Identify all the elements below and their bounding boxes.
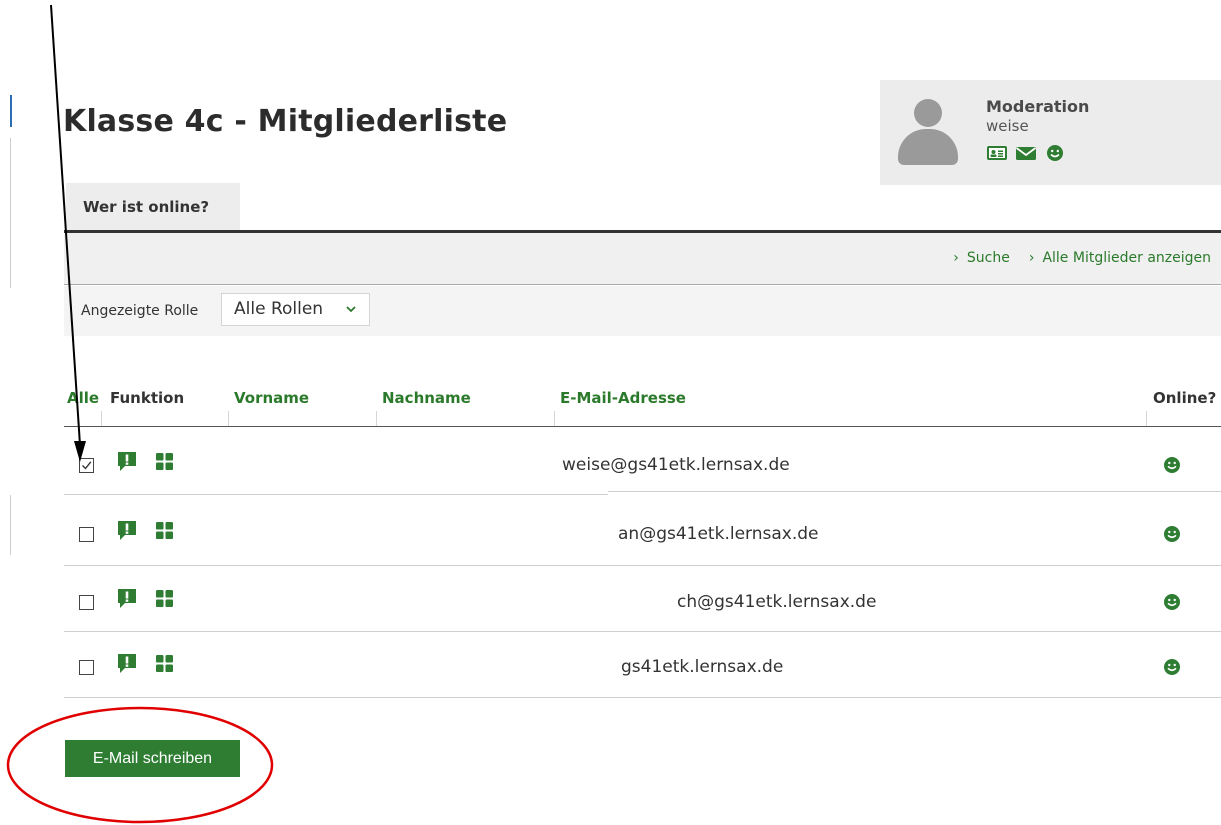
user-name: weise — [986, 117, 1029, 135]
message-alert-icon[interactable] — [116, 652, 138, 674]
row-email: ch@gs41etk.lernsax.de — [677, 592, 877, 612]
search-link-label: Suche — [966, 250, 1010, 266]
column-header-function: Funktion — [110, 389, 185, 407]
online-smiley-icon — [1164, 457, 1180, 473]
toolbar: › Suche › Alle Mitglieder anzeigen — [64, 233, 1221, 285]
left-edge-divider — [10, 495, 11, 555]
grid-icon[interactable] — [156, 522, 173, 539]
row-divider — [608, 697, 1221, 698]
user-role: Moderation — [986, 97, 1090, 116]
row-checkbox[interactable] — [79, 458, 94, 473]
chevron-right-icon: › — [1028, 250, 1035, 266]
user-card: Moderation weise — [880, 80, 1221, 185]
grid-icon[interactable] — [156, 590, 173, 607]
column-separator — [101, 411, 102, 426]
row-checkbox[interactable] — [79, 595, 94, 610]
search-link[interactable]: › Suche — [953, 250, 1010, 266]
show-all-members-label: Alle Mitglieder anzeigen — [1042, 250, 1211, 266]
page-title: Klasse 4c - Mitgliederliste — [63, 104, 508, 139]
contact-card-icon[interactable] — [986, 144, 1008, 162]
column-header-lastname[interactable]: Nachname — [382, 389, 471, 407]
column-header-email[interactable]: E-Mail-Adresse — [560, 389, 686, 407]
row-email: an@gs41etk.lernsax.de — [618, 524, 819, 544]
row-email: gs41etk.lernsax.de — [621, 657, 784, 677]
online-smiley-icon — [1164, 594, 1180, 610]
left-edge-accent — [10, 95, 12, 127]
role-select[interactable]: Alle Rollen — [221, 293, 370, 326]
online-smiley-icon — [1164, 659, 1180, 675]
row-email: weise@gs41etk.lernsax.de — [562, 455, 790, 475]
row-checkbox[interactable] — [79, 660, 94, 675]
avatar — [896, 97, 960, 165]
write-email-button[interactable]: E-Mail schreiben — [65, 740, 240, 777]
left-edge-divider — [10, 138, 11, 288]
message-alert-icon[interactable] — [116, 450, 138, 472]
smiley-icon[interactable] — [1044, 144, 1066, 162]
column-separator — [376, 411, 377, 426]
message-alert-icon[interactable] — [116, 519, 138, 541]
row-divider — [608, 491, 1221, 492]
row-checkbox[interactable] — [79, 527, 94, 542]
online-smiley-icon — [1164, 526, 1180, 542]
table-row: weise@gs41etk.lernsax.de — [64, 428, 1221, 495]
role-filter-bar: Angezeigte Rolle Alle Rollen — [64, 286, 1221, 336]
grid-icon[interactable] — [156, 453, 173, 470]
column-header-firstname[interactable]: Vorname — [234, 389, 309, 407]
chevron-down-icon — [346, 306, 356, 313]
select-all-link[interactable]: Alle — [67, 389, 99, 407]
table-row: ch@gs41etk.lernsax.de — [64, 565, 1221, 632]
column-separator — [228, 411, 229, 426]
grid-icon[interactable] — [156, 655, 173, 672]
row-divider — [64, 697, 608, 698]
table-header-rule — [64, 426, 1221, 427]
table-row: an@gs41etk.lernsax.de — [64, 497, 1221, 564]
message-alert-icon[interactable] — [116, 587, 138, 609]
tab-who-is-online[interactable]: Wer ist online? — [66, 183, 240, 230]
role-select-value: Alle Rollen — [234, 299, 324, 319]
table-row: gs41etk.lernsax.de — [64, 630, 1221, 697]
column-separator — [1146, 411, 1147, 426]
column-separator — [554, 411, 555, 426]
row-divider — [608, 631, 1221, 632]
role-filter-label: Angezeigte Rolle — [81, 303, 199, 319]
row-divider — [722, 565, 1221, 566]
envelope-icon[interactable] — [1015, 144, 1037, 162]
row-divider — [64, 494, 608, 495]
column-header-online: Online? — [1153, 389, 1217, 407]
show-all-members-link[interactable]: › Alle Mitglieder anzeigen — [1029, 250, 1211, 266]
chevron-right-icon: › — [953, 250, 959, 266]
